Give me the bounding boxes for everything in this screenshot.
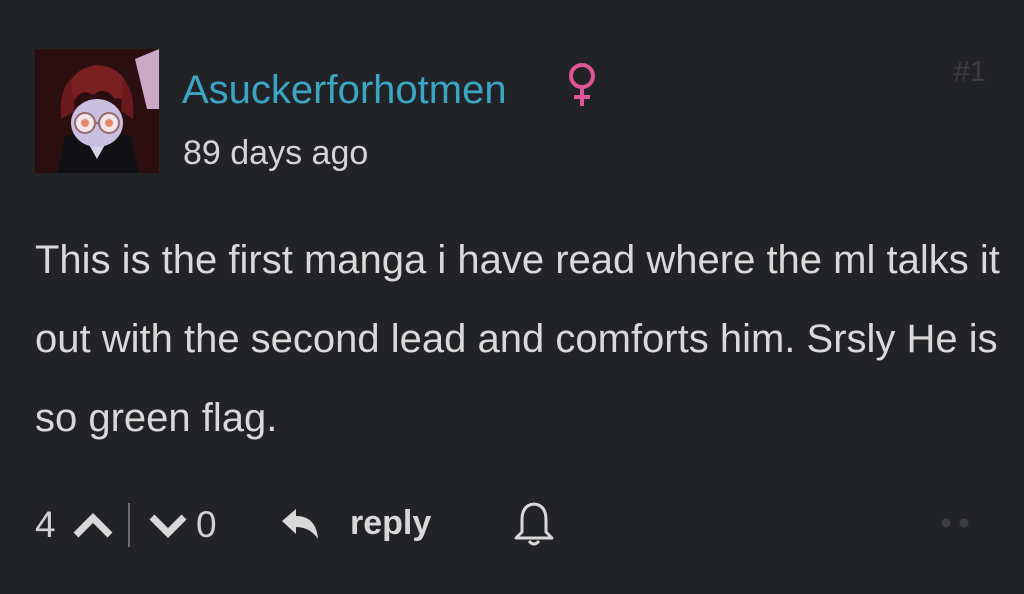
comment-timestamp: 89 days ago (183, 134, 369, 172)
downvote-count: 0 (196, 504, 217, 545)
comment-body: This is the first manga i have read wher… (35, 238, 1000, 440)
reply-arrow-icon[interactable] (280, 507, 320, 541)
female-symbol-icon (569, 63, 595, 106)
upvote-count: 4 (35, 504, 56, 545)
avatar[interactable] (35, 49, 159, 173)
username-link[interactable]: Asuckerforhotmen (182, 66, 507, 114)
chevron-up-icon[interactable] (70, 510, 116, 540)
post-number: #1 (953, 56, 986, 88)
more-dots-icon[interactable] (935, 515, 975, 531)
comment-card: Asuckerforhotmen 89 days ago #1 This is … (0, 0, 1024, 594)
bell-icon[interactable] (512, 500, 556, 548)
vote-divider (128, 503, 130, 547)
chevron-down-icon[interactable] (146, 510, 190, 540)
reply-button[interactable]: reply (350, 501, 431, 545)
